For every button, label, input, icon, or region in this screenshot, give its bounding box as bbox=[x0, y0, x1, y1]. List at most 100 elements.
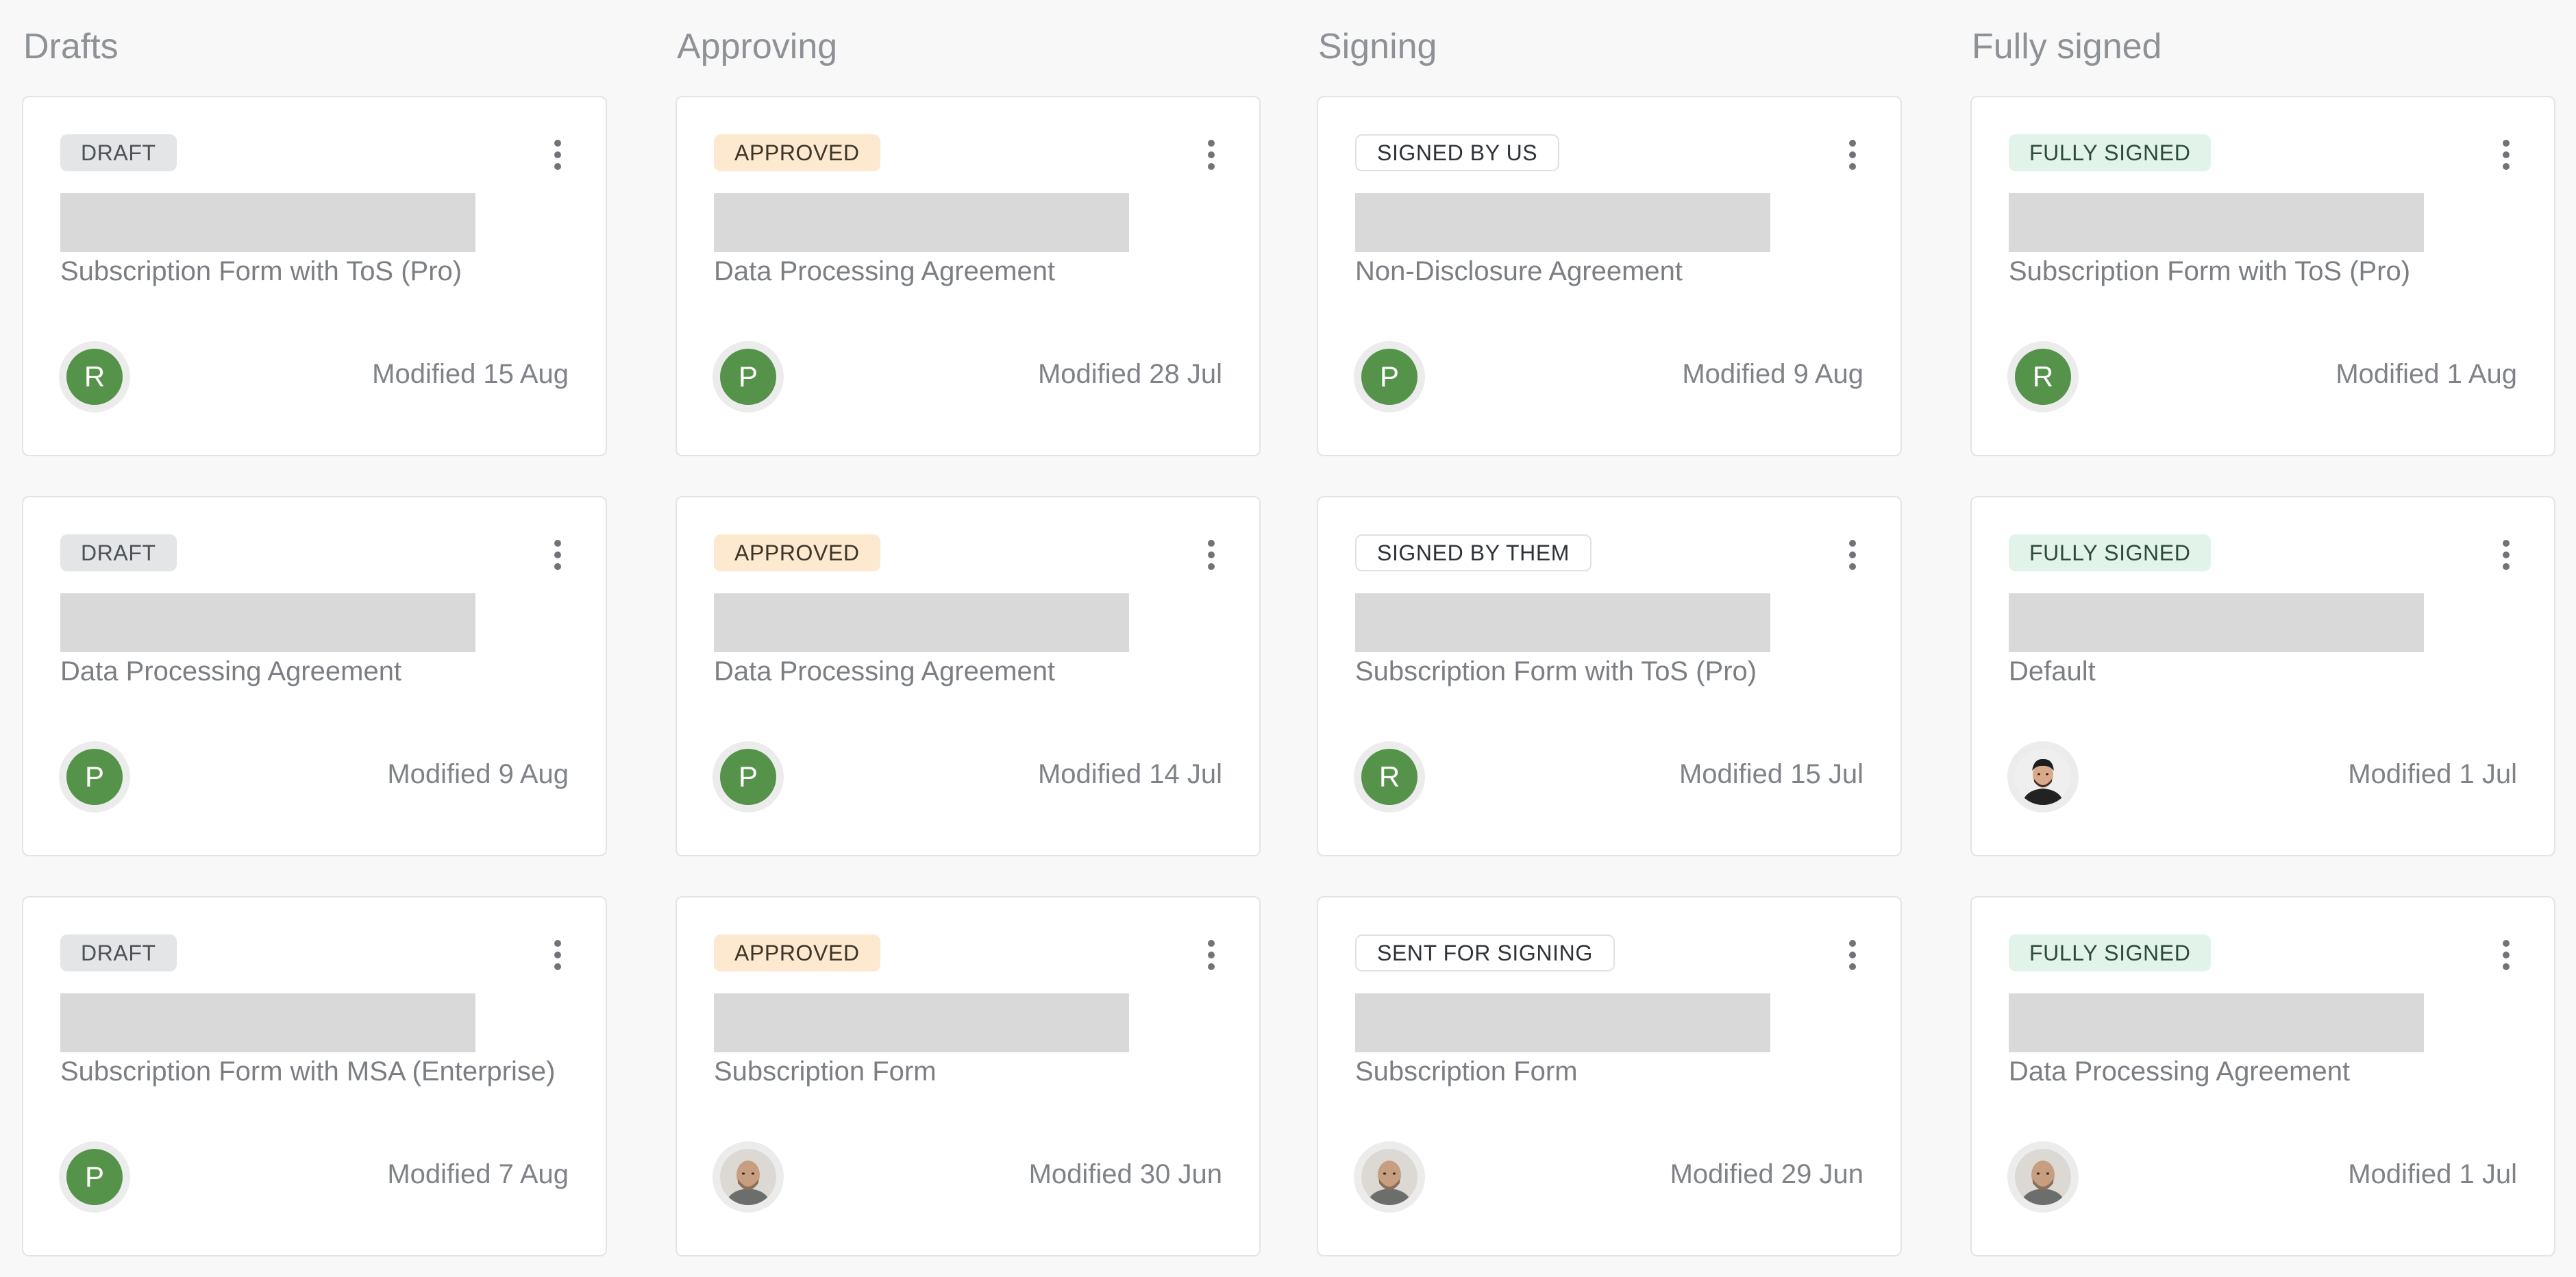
modified-date: Modified 7 Aug bbox=[387, 1159, 569, 1189]
status-badge: DRAFT bbox=[60, 534, 177, 571]
document-name: Data Processing Agreement bbox=[60, 656, 402, 686]
avatar-initial: R bbox=[1361, 749, 1417, 805]
modified-date: Modified 29 Jun bbox=[1670, 1159, 1863, 1189]
document-name: Subscription Form with ToS (Pro) bbox=[2009, 256, 2411, 286]
contract-card[interactable]: FULLY SIGNED Default Modified 1 Jul bbox=[1970, 496, 2555, 856]
title-placeholder bbox=[1355, 993, 1770, 1052]
status-badge: DRAFT bbox=[60, 934, 177, 971]
contract-card[interactable]: DRAFT Subscription Form with ToS (Pro) R… bbox=[22, 96, 607, 456]
contract-card[interactable]: FULLY SIGNED Subscription Form with ToS … bbox=[1970, 96, 2555, 456]
avatar: R bbox=[2007, 341, 2079, 412]
title-placeholder bbox=[60, 593, 475, 652]
avatar: P bbox=[59, 741, 130, 813]
avatar-initial: R bbox=[66, 349, 123, 405]
avatar bbox=[2007, 741, 2079, 813]
avatar: R bbox=[1354, 741, 1425, 813]
avatar: P bbox=[1354, 341, 1425, 412]
status-badge: SENT FOR SIGNING bbox=[1355, 934, 1615, 971]
status-badge: APPROVED bbox=[714, 934, 880, 971]
document-name: Subscription Form bbox=[1355, 1056, 1578, 1087]
avatar-initial: P bbox=[1361, 349, 1417, 405]
status-badge: SIGNED BY THEM bbox=[1355, 534, 1592, 571]
document-name: Subscription Form bbox=[714, 1056, 937, 1087]
more-options-icon[interactable] bbox=[1839, 536, 1866, 574]
contract-card[interactable]: APPROVED Subscription Form Modified 30 J… bbox=[676, 896, 1261, 1256]
bald-man-beard-photo-icon bbox=[1361, 1149, 1417, 1205]
status-badge: APPROVED bbox=[714, 534, 880, 571]
status-badge: SIGNED BY US bbox=[1355, 134, 1560, 171]
document-name: Subscription Form with MSA (Enterprise) bbox=[60, 1056, 556, 1087]
document-name: Data Processing Agreement bbox=[714, 256, 1056, 286]
modified-date: Modified 1 Jul bbox=[2348, 1159, 2517, 1189]
avatar: P bbox=[713, 741, 784, 813]
avatar-initial: P bbox=[720, 349, 776, 405]
status-badge: FULLY SIGNED bbox=[2009, 534, 2212, 571]
document-name: Non-Disclosure Agreement bbox=[1355, 256, 1683, 286]
modified-date: Modified 30 Jun bbox=[1028, 1159, 1222, 1189]
avatar: P bbox=[59, 1141, 130, 1213]
document-name: Default bbox=[2009, 656, 2096, 686]
more-options-icon[interactable] bbox=[544, 536, 571, 574]
title-placeholder bbox=[714, 993, 1129, 1052]
column-title: Drafts bbox=[23, 27, 119, 66]
title-placeholder bbox=[60, 993, 475, 1052]
more-options-icon[interactable] bbox=[2492, 936, 2520, 974]
avatar: P bbox=[713, 341, 784, 412]
column-title: Approving bbox=[677, 27, 838, 66]
more-options-icon[interactable] bbox=[1198, 136, 1225, 174]
contract-card[interactable]: FULLY SIGNED Data Processing Agreement M… bbox=[1970, 896, 2555, 1256]
modified-date: Modified 1 Aug bbox=[2336, 359, 2517, 389]
more-options-icon[interactable] bbox=[1839, 136, 1866, 174]
contract-card[interactable]: DRAFT Data Processing Agreement P Modifi… bbox=[22, 496, 607, 856]
contract-card[interactable]: DRAFT Subscription Form with MSA (Enterp… bbox=[22, 896, 607, 1256]
modified-date: Modified 15 Aug bbox=[372, 359, 569, 389]
document-name: Data Processing Agreement bbox=[714, 656, 1056, 686]
contract-card[interactable]: APPROVED Data Processing Agreement P Mod… bbox=[676, 496, 1261, 856]
more-options-icon[interactable] bbox=[1839, 936, 1866, 974]
modified-date: Modified 9 Aug bbox=[387, 759, 569, 789]
column-title: Fully signed bbox=[1972, 27, 2162, 66]
more-options-icon[interactable] bbox=[1198, 536, 1225, 574]
status-badge: FULLY SIGNED bbox=[2009, 934, 2212, 971]
avatar-initial: R bbox=[2015, 349, 2071, 405]
modified-date: Modified 28 Jul bbox=[1037, 359, 1222, 389]
title-placeholder bbox=[2009, 593, 2424, 652]
avatar: R bbox=[59, 341, 130, 412]
more-options-icon[interactable] bbox=[544, 936, 571, 974]
title-placeholder bbox=[60, 193, 475, 252]
avatar bbox=[1354, 1141, 1425, 1213]
column-title: Signing bbox=[1318, 27, 1437, 66]
title-placeholder bbox=[1355, 193, 1770, 252]
title-placeholder bbox=[714, 593, 1129, 652]
title-placeholder bbox=[714, 193, 1129, 252]
contract-card[interactable]: APPROVED Data Processing Agreement P Mod… bbox=[676, 96, 1261, 456]
avatar bbox=[713, 1141, 784, 1213]
title-placeholder bbox=[2009, 193, 2424, 252]
status-badge: FULLY SIGNED bbox=[2009, 134, 2212, 171]
more-options-icon[interactable] bbox=[2492, 536, 2520, 574]
modified-date: Modified 1 Jul bbox=[2348, 759, 2517, 789]
status-badge: DRAFT bbox=[60, 134, 177, 171]
contract-card[interactable]: SIGNED BY US Non-Disclosure Agreement P … bbox=[1317, 96, 1902, 456]
contract-card[interactable]: SENT FOR SIGNING Subscription Form Modif… bbox=[1317, 896, 1902, 1256]
contract-board: Drafts DRAFT Subscription Form with ToS … bbox=[0, 0, 2576, 1277]
avatar-initial: P bbox=[66, 1149, 123, 1205]
more-options-icon[interactable] bbox=[2492, 136, 2520, 174]
status-badge: APPROVED bbox=[714, 134, 880, 171]
document-name: Data Processing Agreement bbox=[2009, 1056, 2351, 1087]
dark-hair-man-photo-icon bbox=[2015, 749, 2071, 805]
title-placeholder bbox=[2009, 993, 2424, 1052]
avatar bbox=[2007, 1141, 2079, 1213]
more-options-icon[interactable] bbox=[1198, 936, 1225, 974]
bald-man-beard-photo-icon bbox=[2015, 1149, 2071, 1205]
bald-man-beard-photo-icon bbox=[720, 1149, 776, 1205]
modified-date: Modified 9 Aug bbox=[1682, 359, 1863, 389]
title-placeholder bbox=[1355, 593, 1770, 652]
modified-date: Modified 15 Jul bbox=[1679, 759, 1863, 789]
more-options-icon[interactable] bbox=[544, 136, 571, 174]
modified-date: Modified 14 Jul bbox=[1037, 759, 1222, 789]
document-name: Subscription Form with ToS (Pro) bbox=[1355, 656, 1757, 686]
contract-card[interactable]: SIGNED BY THEM Subscription Form with To… bbox=[1317, 496, 1902, 856]
avatar-initial: P bbox=[66, 749, 123, 805]
document-name: Subscription Form with ToS (Pro) bbox=[60, 256, 462, 286]
